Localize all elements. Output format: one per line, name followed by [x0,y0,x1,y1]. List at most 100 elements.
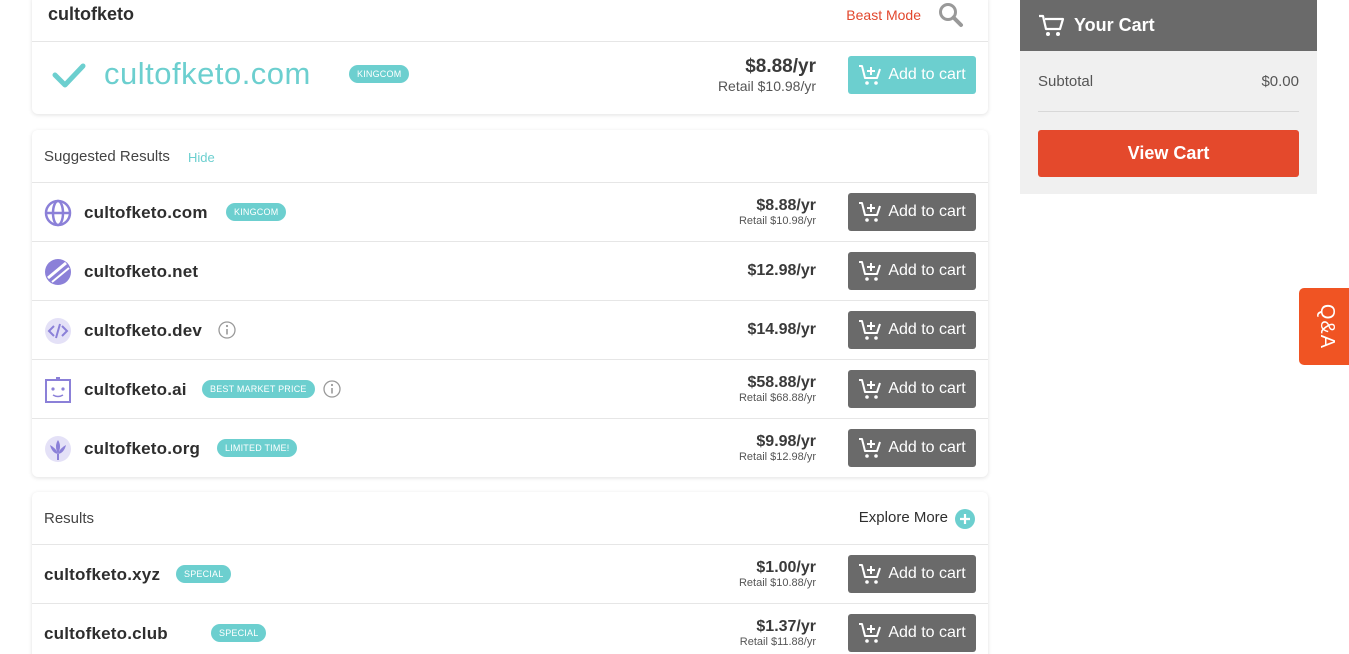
add-to-cart-button[interactable]: Add to cart [848,614,976,652]
domain-name: cultofketo.com [84,203,208,222]
add-to-cart-label: Add to cart [888,624,966,641]
suggested-results-card: Suggested Results Hide cultofketo.com KI… [32,130,988,477]
cart-plus-icon [859,320,882,340]
search-icon[interactable] [938,2,964,28]
domain-name: cultofketo.club [44,624,168,643]
price-block: $58.88/yr Retail $68.88/yr [739,374,816,405]
cart-plus-icon [859,379,882,399]
section-title: Suggested Results [44,148,170,165]
price: $8.88/yr [756,197,816,214]
cart-panel: Your Cart Subtotal $0.00 View Cart [1020,0,1317,194]
add-to-cart-button[interactable]: Add to cart [848,429,976,467]
cart-plus-icon [859,65,882,85]
price-block: $14.98/yr [747,321,816,339]
hide-link[interactable]: Hide [188,150,215,165]
price-block: $1.00/yr Retail $10.88/yr [739,559,816,590]
robot-icon [45,377,71,403]
price: $12.98/yr [747,262,816,279]
special-badge: SPECIAL [176,565,232,583]
lotus-icon [45,436,71,462]
result-row-club: cultofketo.club SPECIAL $1.37/yr Retail … [32,604,988,654]
code-icon [45,318,71,344]
price: $14.98/yr [747,321,816,338]
exact-match-price: $8.88/yr Retail $10.98/yr [718,56,816,94]
price-block: $8.88/yr Retail $10.98/yr [739,197,816,228]
info-icon[interactable] [218,321,236,339]
best-market-price-badge: BEST MARKET PRICE [202,380,315,398]
add-to-cart-button[interactable]: Add to cart [848,555,976,593]
view-cart-button[interactable]: View Cart [1038,130,1299,177]
cart-plus-icon [859,261,882,281]
subtotal-value: $0.00 [1261,73,1299,90]
suggested-row-com: cultofketo.com KINGCOM $8.88/yr Retail $… [32,183,988,242]
explore-more-link[interactable]: Explore More [859,509,948,526]
retail-price: Retail $11.88/yr [739,636,816,648]
add-to-cart-button[interactable]: Add to cart [848,193,976,231]
cart-header: Your Cart [1020,0,1317,51]
check-icon [52,63,86,88]
price-block: $9.98/yr Retail $12.98/yr [739,433,816,464]
price: $58.88/yr [747,374,816,391]
limited-time-badge: LIMITED TIME! [217,439,298,457]
result-row-xyz: cultofketo.xyz SPECIAL $1.00/yr Retail $… [32,545,988,604]
add-to-cart-label: Add to cart [888,262,966,279]
add-to-cart-button[interactable]: Add to cart [848,56,976,94]
price: $1.00/yr [756,559,816,576]
qa-tab[interactable]: Q&A [1299,288,1349,365]
search-input[interactable]: cultofketo [48,4,134,25]
subtotal-row: Subtotal $0.00 [1038,51,1299,112]
price-block: $1.37/yr Retail $11.88/yr [740,618,816,649]
cart-title: Your Cart [1074,15,1155,35]
price-block: $12.98/yr [747,262,816,280]
plus-circle-icon[interactable] [955,509,975,529]
search-bar: cultofketo Beast Mode [32,0,988,42]
domain-name: cultofketo.org [84,439,201,458]
add-to-cart-button[interactable]: Add to cart [848,370,976,408]
subtotal-label: Subtotal [1038,73,1094,90]
kingcom-badge: KINGCOM [226,203,287,221]
cart-plus-icon [859,438,882,458]
search-card: cultofketo Beast Mode cultofketo.com KIN… [32,0,988,114]
special-badge: SPECIAL [211,624,267,642]
add-to-cart-label: Add to cart [888,380,966,397]
globe-icon [44,199,72,227]
retail-price: Retail $10.98/yr [738,215,816,227]
domain-name: cultofketo.ai [84,380,187,399]
add-to-cart-label: Add to cart [888,321,966,338]
section-title: Results [44,510,95,527]
beast-mode-link[interactable]: Beast Mode [846,7,921,23]
results-header: Results Explore More [32,492,988,545]
cart-plus-icon [859,623,882,643]
retail-price: Retail $12.98/yr [738,451,816,463]
qa-label: Q&A [1316,303,1339,350]
exact-match-domain: cultofketo.com [104,56,311,91]
retail-price: Retail $10.88/yr [738,577,816,589]
domain-name: cultofketo.net [84,262,199,281]
net-icon [45,259,71,285]
domain-name: cultofketo.xyz [44,565,161,584]
price: $9.98/yr [756,433,816,450]
domain-name: cultofketo.dev [84,321,203,340]
price: $1.37/yr [756,618,816,635]
suggested-row-net: cultofketo.net $12.98/yr Add to cart [32,242,988,301]
add-to-cart-button[interactable]: Add to cart [848,311,976,349]
add-to-cart-label: Add to cart [888,565,966,582]
retail-price: Retail $68.88/yr [738,392,816,404]
add-to-cart-label: Add to cart [888,439,966,456]
suggested-row-dev: cultofketo.dev $14.98/yr Add to cart [32,301,988,360]
add-to-cart-label: Add to cart [888,66,966,83]
kingcom-badge: KINGCOM [349,65,410,83]
price: $8.88/yr [745,56,816,77]
retail-price: Retail $10.98/yr [717,78,816,94]
exact-match-row: cultofketo.com KINGCOM $8.88/yr Retail $… [32,42,988,114]
suggested-header: Suggested Results Hide [32,130,988,183]
add-to-cart-label: Add to cart [888,203,966,220]
results-card: Results Explore More cultofketo.xyz SPEC… [32,492,988,654]
cart-plus-icon [859,564,882,584]
add-to-cart-button[interactable]: Add to cart [848,252,976,290]
suggested-row-org: cultofketo.org LIMITED TIME! $9.98/yr Re… [32,419,988,478]
cart-plus-icon [859,202,882,222]
info-icon[interactable] [323,380,341,398]
suggested-row-ai: cultofketo.ai BEST MARKET PRICE $58.88/y… [32,360,988,419]
cart-icon [1039,14,1065,36]
